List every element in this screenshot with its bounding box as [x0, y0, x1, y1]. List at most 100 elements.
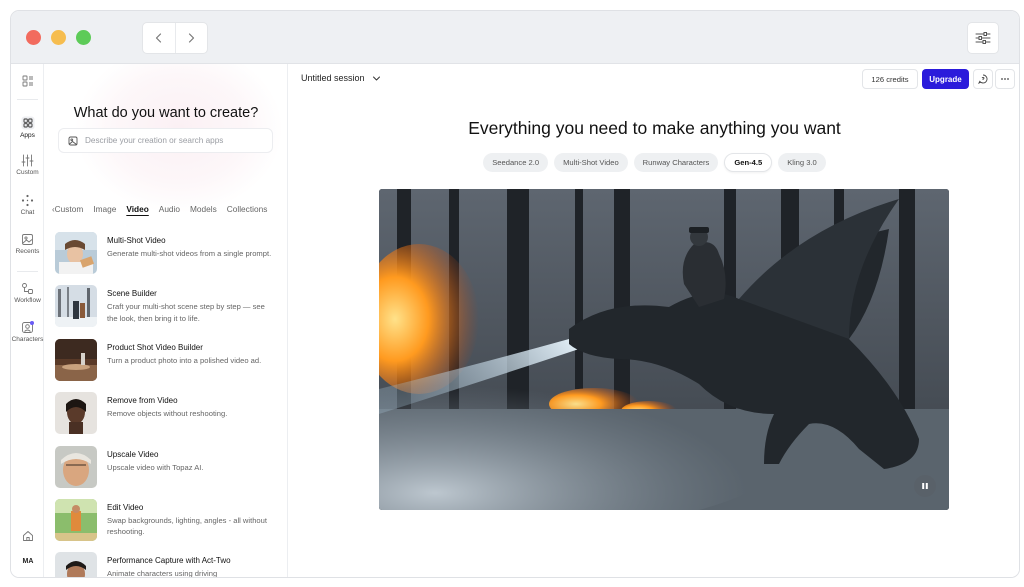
model-chip-kling[interactable]: Kling 3.0 [778, 153, 826, 172]
app-thumbnail [55, 445, 97, 488]
video-frame [379, 189, 949, 510]
chevron-right-icon [189, 33, 195, 43]
model-chip-seedance[interactable]: Seedance 2.0 [483, 153, 549, 172]
more-options-button[interactable] [995, 69, 1015, 89]
app-window: Apps Custom Chat Recents Workflow Charac… [10, 10, 1020, 578]
credits-badge[interactable]: 126 credits [862, 69, 918, 89]
layout-icon [22, 75, 33, 87]
rail-label-workflow: Workflow [14, 297, 41, 304]
forward-button[interactable] [174, 23, 207, 53]
search-box [58, 128, 273, 153]
notification-dot [30, 321, 34, 325]
app-name: Scene Builder [107, 289, 157, 299]
title-bar [11, 11, 1019, 64]
tab-image[interactable]: Image [93, 204, 116, 214]
rail-label-apps: Apps [20, 132, 35, 139]
chevron-left-icon [155, 33, 162, 43]
search-input[interactable] [85, 136, 265, 145]
image-search-icon [68, 136, 78, 145]
tab-audio[interactable]: Audio [159, 204, 180, 214]
rail-item-chat[interactable]: Chat [11, 194, 44, 216]
rail-item-layout[interactable] [11, 75, 44, 87]
app-thumbnail [55, 285, 97, 328]
app-item-scene-builder[interactable]: Scene Builder Craft your multi-shot scen… [55, 285, 280, 338]
chevron-down-icon [372, 76, 380, 80]
app-name: Multi-Shot Video [107, 236, 166, 245]
minimize-window-button[interactable] [51, 30, 66, 45]
apps-grid-icon [21, 116, 34, 130]
sliders-vertical-icon [21, 154, 34, 167]
app-name: Performance Capture with Act-Two [107, 556, 231, 566]
rail-item-apps[interactable]: Apps [11, 116, 44, 139]
rail-divider [17, 99, 38, 100]
app-description: Craft your multi-shot scene step by step… [107, 302, 265, 323]
app-description: Turn a product photo into a polished vid… [107, 355, 262, 365]
home-icon [22, 531, 33, 541]
app-thumbnail [55, 392, 97, 435]
rail-item-characters[interactable]: Characters [11, 321, 44, 343]
home-button[interactable] [11, 530, 44, 542]
session-selector[interactable]: Untitled session [301, 73, 381, 83]
app-item-edit-video[interactable]: Edit Video Swap backgrounds, lighting, a… [55, 498, 280, 552]
headline: Everything you need to make anything you… [468, 118, 841, 138]
upgrade-button[interactable]: Upgrade [922, 69, 969, 89]
app-name: Edit Video [107, 502, 144, 512]
apps-list: Multi-Shot Video Generate multi-shot vid… [55, 232, 280, 578]
app-description: Animate characters using driving [107, 569, 218, 578]
rail-item-custom[interactable]: Custom [11, 154, 44, 176]
tab-video[interactable]: Video [126, 204, 148, 214]
app-item-upscale-video[interactable]: Upscale Video Upscale video with Topaz A… [55, 445, 280, 499]
apps-panel: What do you want to create? ‹ Custom Ima… [44, 64, 288, 578]
images-icon [22, 234, 33, 245]
app-item-product-shot-video-builder[interactable]: Product Shot Video Builder Turn a produc… [55, 338, 280, 392]
pause-icon [922, 483, 928, 489]
app-item-performance-capture[interactable]: Performance Capture with Act-Two Animate… [55, 552, 280, 578]
chat-help-icon [978, 74, 988, 84]
panel-title: What do you want to create? [73, 105, 259, 121]
session-title: Untitled session [301, 73, 365, 83]
back-button[interactable] [143, 23, 175, 53]
app-description: Generate multi-shot videos from a single… [107, 249, 272, 258]
app-thumbnail [55, 338, 97, 381]
app-name: Remove from Video [107, 396, 178, 406]
category-tabs: ‹ Custom Image Video Audio Models Collec… [52, 202, 277, 216]
model-chip-runway-characters[interactable]: Runway Characters [633, 153, 719, 172]
app-item-remove-from-video[interactable]: Remove from Video Remove objects without… [55, 392, 280, 445]
ellipsis-icon [1001, 78, 1009, 80]
main-content: Untitled session 126 credits Upgrade Eve… [288, 64, 1019, 577]
tab-collections[interactable]: Collections [227, 204, 268, 214]
app-thumbnail [55, 498, 97, 541]
model-chips: Seedance 2.0 Multi-Shot Video Runway Cha… [288, 153, 1019, 172]
app-name: Product Shot Video Builder [107, 342, 203, 352]
avatar[interactable]: MA [17, 554, 39, 570]
app-thumbnail [55, 552, 97, 577]
video-preview[interactable] [379, 189, 949, 510]
app-name: Upscale Video [107, 449, 159, 459]
rail-item-recents[interactable]: Recents [11, 233, 44, 255]
rail-item-workflow[interactable]: Workflow [11, 282, 44, 304]
model-chip-multi-shot[interactable]: Multi-Shot Video [554, 153, 628, 172]
app-description: Upscale video with Topaz AI. [107, 462, 204, 472]
settings-button[interactable] [967, 22, 999, 54]
workflow-icon [22, 283, 33, 294]
model-chip-gen45[interactable]: Gen-4.5 [724, 153, 773, 172]
close-window-button[interactable] [26, 30, 41, 45]
sparkle-icon [21, 194, 34, 207]
app-description: Remove objects without reshooting. [107, 409, 228, 419]
rail-label-recents: Recents [15, 248, 40, 255]
pause-button[interactable] [914, 475, 936, 497]
help-button[interactable] [973, 69, 993, 89]
rail-label-chat: Chat [20, 209, 35, 216]
rail-divider [17, 271, 38, 272]
app-item-multi-shot-video[interactable]: Multi-Shot Video Generate multi-shot vid… [55, 232, 280, 285]
tab-custom[interactable]: Custom [55, 204, 84, 214]
maximize-window-button[interactable] [76, 30, 91, 45]
app-thumbnail [55, 232, 97, 274]
app-description: Swap backgrounds, lighting, angles - all… [107, 515, 267, 537]
left-rail: Apps Custom Chat Recents Workflow Charac… [11, 64, 44, 577]
rail-label-custom: Custom [16, 169, 39, 176]
tab-models[interactable]: Models [190, 204, 217, 214]
rail-label-characters: Characters [11, 336, 44, 343]
sliders-icon [975, 32, 991, 44]
navigation-buttons [142, 22, 208, 54]
